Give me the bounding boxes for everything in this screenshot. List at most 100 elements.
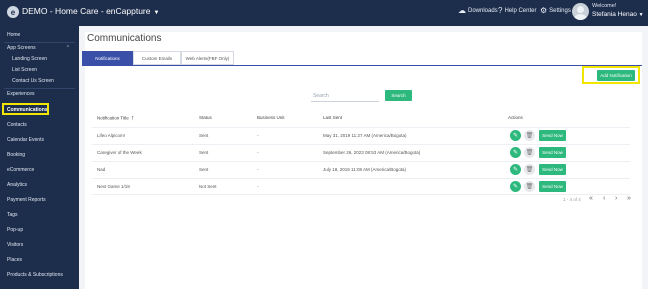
cell-status: Sent (199, 133, 209, 138)
table-row: Lifeo Alpicom! Sent - May 31, 2019 11:27… (92, 127, 630, 144)
column-header-actions: Actions (508, 115, 523, 120)
tab-custom-emails[interactable]: Custom Emails (133, 51, 181, 65)
sidebar-item-label: Experiences (7, 91, 35, 97)
sidebar-item-home[interactable]: Home (0, 29, 79, 41)
send-now-button[interactable]: Send Now (539, 181, 566, 192)
sidebar-item-booking[interactable]: Booking (0, 149, 79, 161)
sidebar-item-pop-up[interactable]: Pop-up (0, 224, 79, 236)
chevron-down-icon: ▼ (153, 10, 160, 16)
trash-icon[interactable]: 🗑 (524, 147, 535, 158)
help-center-label: Help Center (504, 7, 537, 14)
app-title: DEMO - Home Care - enCappture (22, 6, 151, 16)
sidebar-item-label: App Screens (7, 45, 36, 51)
sidebar-item-label: Visitors (7, 242, 24, 248)
gear-icon: ⚙ (540, 6, 548, 15)
pagination-range: 1 - 4 of 4 (563, 197, 581, 202)
sidebar-item-label: Tags (7, 212, 18, 218)
cell-status: Not Sent (199, 184, 217, 189)
column-header-last-sent: Last Sent (323, 115, 343, 120)
sidebar-item-label: Products & Subscriptions (7, 272, 63, 278)
sidebar-item-payment-reports[interactable]: Payment Reports (0, 194, 79, 206)
sidebar-item-contact-us-screen[interactable]: Contact Us Screen (0, 75, 79, 87)
cell-last-sent: May 31, 2019 11:27 AM (America/Bogota) (323, 133, 407, 138)
help-icon: ? (498, 6, 503, 15)
tab-label: Notifications (95, 55, 120, 61)
first-page-icon[interactable]: « (589, 195, 593, 202)
send-now-button[interactable]: Send Now (539, 130, 566, 141)
sidebar-item-products-subscriptions[interactable]: Products & Subscriptions (0, 269, 79, 281)
sidebar-item-label: Pop-up (7, 227, 24, 233)
chevron-up-icon: ⌃ (65, 45, 70, 51)
table-row: Nad Sent - July 18, 2019 11:08 AM (Ameri… (92, 161, 630, 178)
sidebar-item-experiences[interactable]: Experiences (0, 88, 79, 100)
settings-link[interactable]: ⚙ Settings (540, 6, 571, 15)
cell-title: Next Game 1/19 (97, 184, 130, 189)
search-input[interactable] (311, 91, 379, 102)
sidebar-item-visitors[interactable]: Visitors (0, 239, 79, 251)
sidebar-item-label: List Screen (12, 67, 38, 73)
column-header-status: Status (199, 115, 212, 120)
last-page-icon[interactable]: » (627, 195, 631, 202)
sidebar-item-ecommerce[interactable]: eCommerce (0, 164, 79, 176)
sidebar-item-calendar-events[interactable]: Calendar Events (0, 134, 79, 146)
sidebar-item-tags[interactable]: Tags (0, 209, 79, 221)
cell-business-unit: - (257, 133, 259, 138)
cloud-download-icon: ☁ (458, 6, 466, 15)
tab-notifications[interactable]: Notifications (82, 51, 133, 65)
cell-title: Nad (97, 167, 106, 172)
cell-last-sent: July 18, 2019 11:08 AM (America/Bogota) (323, 167, 406, 172)
column-header-title[interactable]: Notification Title ↑ (97, 115, 134, 122)
sidebar-item-label: Contacts (7, 122, 27, 128)
cell-title: Caregiver of the Week (97, 150, 142, 155)
cell-status: Sent (199, 167, 209, 172)
user-menu[interactable]: Stefania Henao ▼ (592, 11, 644, 18)
trash-icon[interactable]: 🗑 (524, 164, 535, 175)
avatar[interactable] (572, 3, 589, 20)
sidebar-item-contacts[interactable]: Contacts (0, 119, 79, 131)
table-row: Next Game 1/19 Not Sent - ✎ 🗑 Send Now (92, 178, 630, 195)
sidebar-item-label: Calendar Events (7, 137, 44, 143)
sidebar-item-label: Analytics (7, 182, 28, 188)
tab-underline (82, 65, 642, 66)
sidebar-item-label: Contact Us Screen (12, 78, 54, 84)
search-button[interactable]: Search (385, 90, 412, 101)
header-label: Notification Title (97, 115, 129, 121)
downloads-link[interactable]: ☁ Downloads (458, 6, 498, 15)
sort-arrow-up-icon[interactable]: ↑ (131, 115, 135, 122)
app-switcher[interactable]: DEMO - Home Care - enCappture ▼ (22, 6, 159, 16)
welcome-text: Welcome! (592, 3, 617, 9)
sidebar-item-label: Landing Screen (12, 56, 48, 62)
edit-icon[interactable]: ✎ (510, 164, 521, 175)
help-center-link[interactable]: ? Help Center (498, 6, 536, 15)
sidebar-item-label: Home (7, 32, 21, 38)
edit-icon[interactable]: ✎ (510, 147, 521, 158)
tab-label: Web Alerts(FBF Only) (185, 55, 230, 61)
highlight-box (2, 103, 49, 115)
sidebar-item-label: Booking (7, 152, 26, 158)
edit-icon[interactable]: ✎ (510, 181, 521, 192)
table-row: Caregiver of the Week Sent - September 2… (92, 144, 630, 161)
top-bar: e DEMO - Home Care - enCappture ▼ ☁ Downl… (0, 0, 648, 26)
user-name: Stefania Henao (592, 11, 637, 18)
cell-title: Lifeo Alpicom! (97, 133, 126, 138)
trash-icon[interactable]: 🗑 (524, 181, 535, 192)
next-page-icon[interactable]: › (615, 195, 617, 202)
cell-last-sent: September 26, 2023 08:53 AM (America/Bog… (323, 150, 421, 155)
add-notification-button[interactable]: Add Notification (597, 70, 635, 81)
app-logo-icon[interactable]: e (7, 6, 19, 18)
settings-label: Settings (549, 7, 571, 14)
sidebar-item-analytics[interactable]: Analytics (0, 179, 79, 191)
trash-icon[interactable]: 🗑 (524, 130, 535, 141)
sidebar-item-places[interactable]: Places (0, 254, 79, 266)
cell-business-unit: - (257, 184, 259, 189)
prev-page-icon[interactable]: ‹ (603, 195, 605, 202)
cell-business-unit: - (257, 150, 259, 155)
send-now-button[interactable]: Send Now (539, 147, 566, 158)
tab-web-alerts[interactable]: Web Alerts(FBF Only) (181, 51, 234, 65)
edit-icon[interactable]: ✎ (510, 130, 521, 141)
send-now-button[interactable]: Send Now (539, 164, 566, 175)
sidebar-item-label: Payment Reports (7, 197, 46, 203)
cell-business-unit: - (257, 167, 259, 172)
chevron-down-icon: ▼ (638, 12, 644, 18)
tab-label: Custom Emails (141, 55, 173, 61)
